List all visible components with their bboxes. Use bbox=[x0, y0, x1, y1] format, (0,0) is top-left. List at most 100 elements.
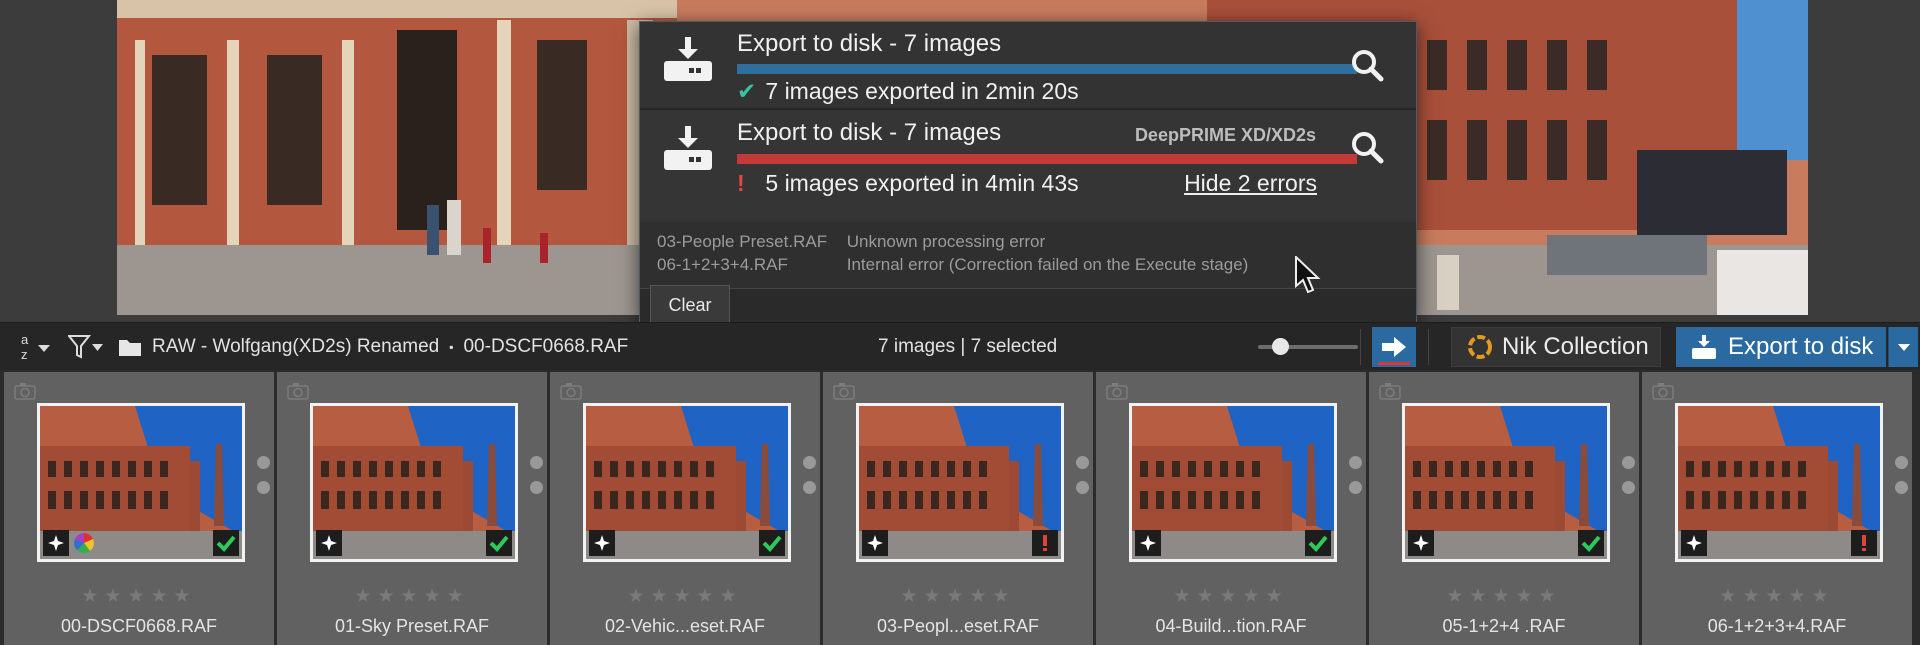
autocorrect-sparkle-icon bbox=[43, 530, 69, 556]
export-to-disk-icon bbox=[664, 126, 712, 170]
more-options-dots[interactable] bbox=[530, 456, 544, 500]
filmstrip-thumbnail-cell[interactable]: ★★★★★ 00-DSCF0668.RAF bbox=[4, 372, 274, 645]
thumbnail-photo bbox=[586, 406, 788, 559]
camera-icon bbox=[14, 383, 36, 400]
export-job-1: Export to disk - 7 images ✔ 7 images exp… bbox=[640, 22, 1416, 108]
autocorrect-sparkle-icon bbox=[589, 530, 615, 556]
selection-count: 7 images | 7 selected bbox=[878, 336, 1058, 357]
camera-icon bbox=[1106, 383, 1128, 400]
toolbar-divider bbox=[1428, 329, 1429, 365]
thumbnail-filename: 02-Vehic...eset.RAF bbox=[604, 616, 766, 636]
camera-icon bbox=[287, 383, 309, 400]
star-rating[interactable]: ★★★★★ bbox=[823, 585, 1093, 608]
error-row: 06-1+2+3+4.RAF Internal error (Correctio… bbox=[657, 255, 1248, 275]
star-rating[interactable]: ★★★★★ bbox=[1369, 585, 1639, 608]
error-message: Unknown processing error bbox=[846, 232, 1046, 251]
export-status-text: 5 images exported in 4min 43s bbox=[765, 170, 1079, 196]
mouse-cursor-icon bbox=[1295, 256, 1321, 294]
thumbnail-photo bbox=[1132, 406, 1334, 559]
toolbar-divider bbox=[1360, 329, 1361, 365]
export-to-disk-button[interactable]: Export to disk bbox=[1676, 327, 1886, 367]
star-rating[interactable]: ★★★★★ bbox=[4, 585, 274, 608]
nik-collection-button[interactable]: Nik Collection bbox=[1451, 327, 1661, 367]
export-arrow-button[interactable] bbox=[1372, 327, 1416, 367]
export-status-text: 7 images exported in 2min 20s bbox=[765, 78, 1079, 104]
star-rating[interactable]: ★★★★★ bbox=[1642, 585, 1912, 608]
thumbnail-photo bbox=[859, 406, 1061, 559]
star-rating[interactable]: ★★★★★ bbox=[1096, 585, 1366, 608]
magnifier-icon[interactable] bbox=[1350, 130, 1384, 164]
thumbnail-image[interactable] bbox=[1402, 403, 1610, 562]
filmstrip: ★★★★★ 00-DSCF0668.RAF ★★★★★ 01-Sky Prese… bbox=[0, 370, 1920, 645]
export-to-disk-label: Export to disk bbox=[1728, 333, 1874, 360]
export-status: ✔ 7 images exported in 2min 20s bbox=[737, 78, 1079, 105]
thumbnail-filename: 01-Sky Preset.RAF bbox=[334, 616, 490, 636]
autocorrect-sparkle-icon bbox=[316, 530, 342, 556]
current-filename: 00-DSCF0668.RAF bbox=[463, 336, 629, 357]
success-check-icon bbox=[1305, 530, 1331, 556]
filmstrip-thumbnail-cell[interactable]: ★★★★★ 03-Peopl...eset.RAF bbox=[823, 372, 1093, 645]
filmstrip-thumbnail-cell[interactable]: ★★★★★ 04-Build...tion.RAF bbox=[1096, 372, 1366, 645]
export-status: ! 5 images exported in 4min 43s bbox=[737, 170, 1079, 197]
thumbnail-filename: 00-DSCF0668.RAF bbox=[60, 616, 218, 636]
more-options-dots[interactable] bbox=[1895, 456, 1909, 500]
svg-text:z: z bbox=[21, 347, 28, 362]
clear-button[interactable]: Clear bbox=[650, 285, 730, 325]
filmstrip-thumbnail-cell[interactable]: ★★★★★ 02-Vehic...eset.RAF bbox=[550, 372, 820, 645]
error-filename: 03-People Preset.RAF bbox=[657, 232, 828, 251]
nik-collection-icon bbox=[1468, 335, 1492, 359]
success-check-icon bbox=[213, 530, 239, 556]
success-check-icon bbox=[1578, 530, 1604, 556]
export-progress-bar bbox=[737, 154, 1357, 164]
breadcrumb: RAW - Wolfgang(XD2s) Renamed ▪ 00-DSCF06… bbox=[118, 323, 628, 371]
slider-handle[interactable] bbox=[1272, 338, 1289, 355]
camera-icon bbox=[833, 383, 855, 400]
more-options-dots[interactable] bbox=[257, 456, 271, 500]
autocorrect-sparkle-icon bbox=[862, 530, 888, 556]
export-options-dropdown[interactable] bbox=[1888, 327, 1918, 367]
filmstrip-thumbnail-cell[interactable]: ★★★★★ 05-1+2+4 .RAF bbox=[1369, 372, 1639, 645]
filmstrip-thumbnail-cell[interactable]: ★★★★★ 06-1+2+3+4.RAF bbox=[1642, 372, 1912, 645]
folder-name[interactable]: RAW - Wolfgang(XD2s) Renamed bbox=[152, 336, 439, 358]
thumbnail-filename: 05-1+2+4 .RAF bbox=[1442, 616, 1566, 636]
sort-az-icon[interactable]: a z bbox=[20, 331, 54, 363]
more-options-dots[interactable] bbox=[1349, 456, 1363, 500]
breadcrumb-separator: ▪ bbox=[449, 340, 454, 354]
thumbnail-image[interactable] bbox=[856, 403, 1064, 562]
filmstrip-thumbnail-cell[interactable]: ★★★★★ 01-Sky Preset.RAF bbox=[277, 372, 547, 645]
magnifier-icon[interactable] bbox=[1350, 48, 1384, 82]
more-options-dots[interactable] bbox=[1076, 456, 1090, 500]
thumbnail-filename: 04-Build...tion.RAF bbox=[1155, 616, 1307, 636]
export-job-title: Export to disk - 7 images bbox=[737, 119, 1002, 146]
thumbnail-photo bbox=[1405, 406, 1607, 559]
hide-errors-link[interactable]: Hide 2 errors bbox=[1184, 170, 1317, 197]
export-progress-bar bbox=[737, 64, 1357, 74]
thumbnail-filename: 03-Peopl...eset.RAF bbox=[876, 616, 1040, 636]
thumbnail-image[interactable] bbox=[310, 403, 518, 562]
star-rating[interactable]: ★★★★★ bbox=[277, 585, 547, 608]
error-exclamation-icon bbox=[1032, 530, 1058, 556]
error-row: 03-People Preset.RAF Unknown processing … bbox=[657, 232, 1045, 252]
svg-text:a: a bbox=[21, 332, 29, 347]
error-filename: 06-1+2+3+4.RAF bbox=[657, 255, 788, 274]
success-check-icon bbox=[486, 530, 512, 556]
thumbnail-image[interactable] bbox=[37, 403, 245, 562]
camera-icon bbox=[560, 383, 582, 400]
thumbnail-image[interactable] bbox=[583, 403, 791, 562]
export-job-title: Export to disk - 7 images bbox=[737, 30, 1002, 57]
thumbnail-filename: 06-1+2+3+4.RAF bbox=[1707, 616, 1847, 636]
folder-icon bbox=[119, 340, 141, 356]
thumbnail-image[interactable] bbox=[1129, 403, 1337, 562]
more-options-dots[interactable] bbox=[803, 456, 817, 500]
progress-bar-fill bbox=[737, 154, 1357, 164]
success-check-icon: ✔ bbox=[737, 78, 757, 104]
filter-icon[interactable] bbox=[68, 335, 104, 359]
success-check-icon bbox=[759, 530, 785, 556]
thumbnail-image[interactable] bbox=[1675, 403, 1883, 562]
more-options-dots[interactable] bbox=[1622, 456, 1636, 500]
nik-collection-label: Nik Collection bbox=[1502, 333, 1649, 360]
progress-bar-fill bbox=[737, 64, 1357, 74]
autocorrect-sparkle-icon bbox=[1408, 530, 1434, 556]
autocorrect-sparkle-icon bbox=[1135, 530, 1161, 556]
star-rating[interactable]: ★★★★★ bbox=[550, 585, 820, 608]
